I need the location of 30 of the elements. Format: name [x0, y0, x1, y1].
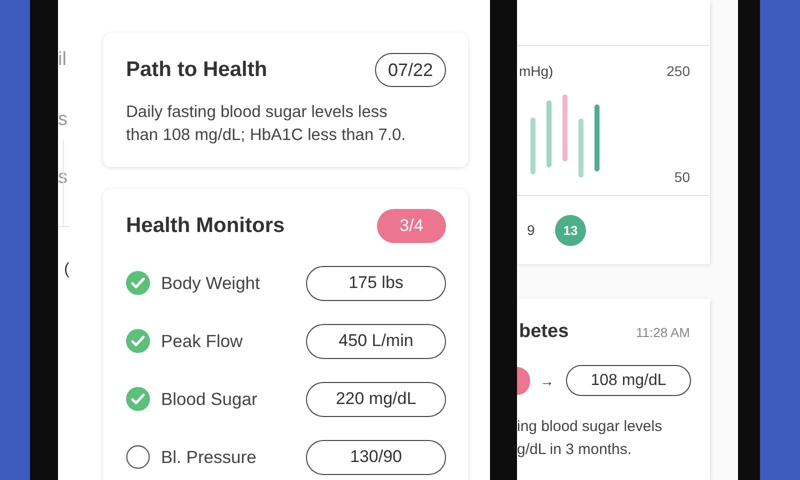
arrow-text: →: [540, 372, 554, 388]
monitor-value[interactable]: 130/90: [306, 440, 446, 474]
date-item[interactable]: 9: [527, 222, 537, 238]
menu-text: (: [64, 260, 70, 280]
check-icon[interactable]: [126, 271, 150, 295]
monitor-label: Peak Flow: [161, 330, 244, 352]
empty-circle-icon[interactable]: [126, 445, 150, 469]
target-value: 108 mg/dL: [566, 365, 691, 396]
axis-label: mHg): [519, 63, 554, 79]
monitor-value[interactable]: 175 lbs: [306, 266, 446, 300]
check-icon[interactable]: [126, 387, 150, 411]
card-title: Health Monitors: [126, 214, 285, 238]
monitor-value[interactable]: 220 mg/dL: [306, 382, 446, 416]
menu-text: il: [58, 50, 66, 70]
goal-description: ing blood sugar levels: [517, 418, 664, 435]
card-title: betes: [519, 321, 569, 343]
card-title: Path to Health: [126, 58, 268, 82]
monitor-value[interactable]: 450 L/min: [306, 324, 446, 358]
date-badge: 07/22: [374, 53, 446, 87]
count-badge: 3/4: [377, 209, 446, 243]
monitor-label: Body Weight: [161, 272, 261, 294]
goal-description: Daily fasting blood sugar levels less than 108 mg/dL; HbA1C less than 7.0.: [126, 102, 407, 146]
monitor-label: Bl. Pressure: [161, 446, 258, 468]
goal-description: g/dL in 3 months.: [517, 441, 633, 458]
axis-label: 50: [674, 169, 690, 185]
time-label: 11:28 AM: [636, 324, 690, 340]
axis-label: 250: [666, 63, 690, 79]
monitor-label: Blood Sugar: [161, 388, 258, 410]
menu-text: s: [58, 110, 68, 130]
check-icon[interactable]: [126, 329, 150, 353]
